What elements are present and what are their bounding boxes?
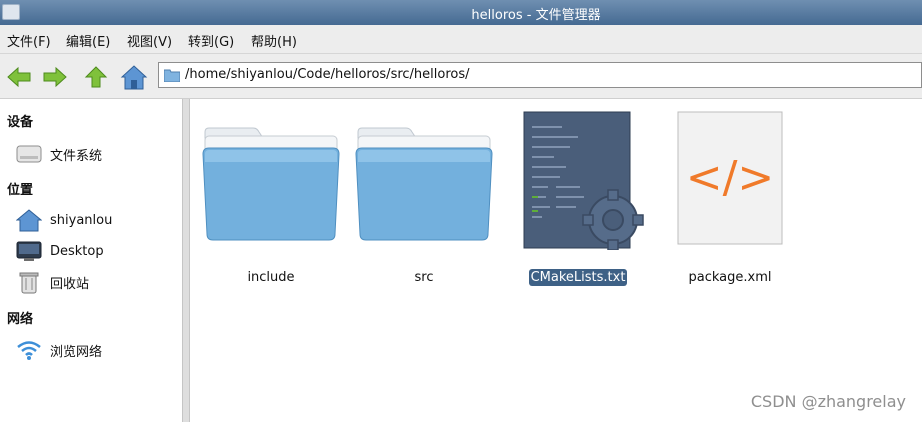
script-gear-icon — [523, 111, 644, 250]
up-button[interactable] — [82, 64, 110, 90]
svg-text:</>: </> — [686, 152, 775, 203]
trash-icon — [19, 272, 39, 294]
menu-edit[interactable]: 编辑(E) — [66, 31, 110, 50]
forward-button[interactable] — [41, 64, 69, 90]
folder-icon — [355, 127, 493, 241]
sidebar-item-network[interactable]: 浏览网络 — [16, 337, 102, 363]
xml-file-icon: </> — [677, 111, 783, 245]
file-name: package.xml — [688, 270, 772, 285]
file-item-include[interactable]: include — [201, 110, 341, 290]
sidebar-item-label: shiyanlou — [50, 212, 113, 228]
sidebar-item-label: 文件系统 — [50, 148, 103, 164]
sidebar-item-label: 回收站 — [50, 276, 90, 292]
sidebar-item-desktop[interactable]: Desktop — [16, 238, 104, 264]
menu-bar: 文件(F) 编辑(E) 视图(V) 转到(G) 帮助(H) — [0, 25, 922, 54]
sidebar-item-label: 浏览网络 — [50, 344, 103, 360]
file-name-selected: CMakeLists.txt — [528, 269, 628, 286]
back-button[interactable] — [5, 64, 33, 90]
menu-file[interactable]: 文件(F) — [7, 31, 51, 50]
file-item-cmakelists[interactable]: CMakeLists.txt — [508, 110, 648, 290]
file-name: include — [247, 270, 295, 285]
location-path: /home/shiyanlou/Code/helloros/src/hellor… — [185, 67, 470, 82]
file-view: include src CMakeLists.txt </> package.x… — [190, 99, 922, 422]
sidebar-section-network: 网络 — [7, 312, 34, 327]
title-bar: helloros - 文件管理器 — [0, 0, 922, 25]
home-icon — [16, 209, 42, 232]
wifi-icon — [17, 341, 41, 360]
window-title: helloros - 文件管理器 — [471, 8, 601, 23]
sidebar-item-trash[interactable]: 回收站 — [16, 269, 89, 295]
sidebar-section-devices: 设备 — [7, 115, 34, 130]
file-name: src — [414, 270, 434, 285]
location-bar[interactable]: /home/shiyanlou/Code/helloros/src/hellor… — [158, 62, 922, 88]
watermark: CSDN @zhangrelay — [750, 392, 906, 411]
sidebar-section-places: 位置 — [7, 183, 34, 198]
file-item-src[interactable]: src — [354, 110, 494, 290]
pane-splitter[interactable] — [182, 99, 190, 422]
sidebar-item-shiyanlou[interactable]: shiyanlou — [16, 207, 112, 233]
folder-icon — [202, 127, 340, 241]
drive-icon — [16, 145, 42, 163]
sidebar: 设备 文件系统 位置 shiyanlou Desktop 回收站 网络 浏览网络 — [0, 99, 182, 422]
folder-icon — [164, 69, 180, 82]
menu-go[interactable]: 转到(G) — [188, 31, 234, 50]
home-button[interactable] — [120, 64, 148, 90]
menu-help[interactable]: 帮助(H) — [251, 31, 297, 50]
arrow-up-icon — [84, 66, 108, 88]
sidebar-item-label: Desktop — [50, 243, 104, 259]
arrow-left-icon — [7, 66, 31, 88]
file-item-package-xml[interactable]: </> package.xml — [660, 110, 800, 290]
menu-view[interactable]: 视图(V) — [127, 31, 172, 50]
arrow-right-icon — [43, 66, 67, 88]
desktop-icon — [16, 241, 42, 261]
home-icon — [120, 65, 148, 90]
sidebar-item-filesystem[interactable]: 文件系统 — [16, 141, 102, 167]
